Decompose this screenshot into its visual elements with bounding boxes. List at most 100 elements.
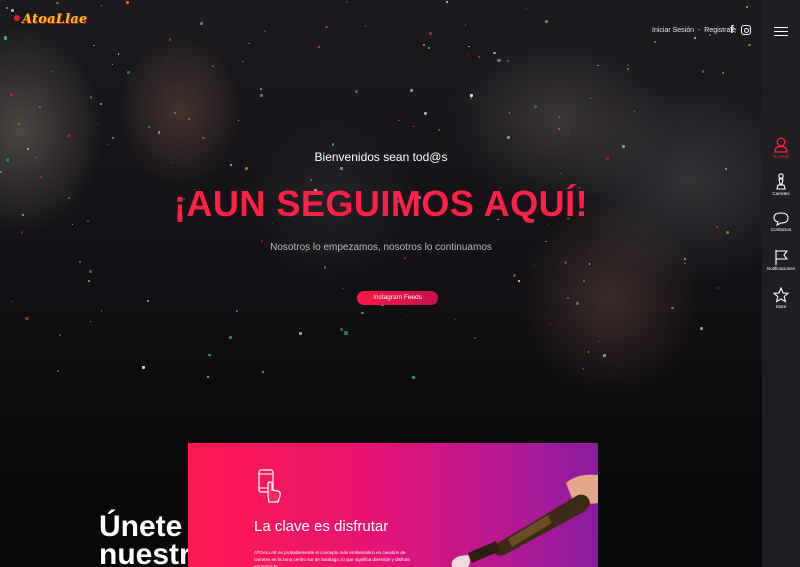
confetti-speck [446, 1, 448, 3]
confetti-speck [621, 145, 625, 149]
confetti-speck [671, 306, 674, 310]
confetti-speck [517, 280, 520, 282]
confetti-speck [582, 367, 585, 371]
confetti-speck [589, 97, 592, 99]
site-logo[interactable]: AtoaLlae [14, 12, 87, 27]
chat-bubble-icon [773, 212, 789, 226]
confetti-speck [0, 171, 2, 173]
rail-item-notificaciones[interactable]: Notificaciones [762, 249, 800, 271]
confetti-speck [550, 323, 552, 325]
menu-icon[interactable] [774, 27, 788, 36]
confetti-speck [3, 36, 8, 40]
auth-separator: - [697, 27, 701, 34]
phone-touch-icon [258, 469, 281, 503]
rail-item-store[interactable]: Store [762, 287, 800, 309]
confetti-speck [717, 287, 720, 289]
instagram-feeds-button[interactable]: Instagram Feeds [357, 291, 438, 305]
rail-label-notificaciones: Notificaciones [766, 266, 795, 271]
confetti-speck [264, 30, 267, 33]
confetti-speck [564, 260, 567, 264]
confetti-speck [725, 168, 727, 170]
confetti-speck [492, 51, 496, 55]
promo-card: La clave es disfrutar ATOALLAE es probab… [188, 443, 598, 567]
rail-item-carretes[interactable]: Carretes [762, 173, 800, 196]
confetti-speck [375, 168, 377, 170]
welcome-text: Bienvenidos sean tod@s [314, 150, 448, 164]
confetti-speck [339, 328, 343, 332]
confetti-speck [206, 375, 210, 379]
logo-text: AtoaLlae [22, 12, 88, 27]
confetti-speck [467, 54, 470, 56]
confetti-speck [684, 262, 686, 265]
instagram-icon[interactable] [741, 25, 751, 35]
confetti-speck [398, 119, 400, 122]
confetti-speck [87, 279, 91, 283]
confetti-speck [603, 353, 607, 357]
confetti-speck [355, 89, 359, 93]
confetti-speck [238, 119, 240, 121]
confetti-speck [260, 94, 264, 98]
confetti-speck [142, 366, 145, 369]
confetti-speck [364, 25, 367, 27]
confetti-speck [507, 135, 511, 139]
confetti-speck [99, 102, 103, 106]
confetti-speck [323, 266, 327, 270]
confetti-speck [410, 89, 413, 92]
confetti-speck [693, 36, 697, 40]
confetti-speck [309, 178, 312, 181]
confetti-speck [474, 337, 476, 339]
confetti-speck [437, 129, 440, 131]
confetti-speck [230, 164, 232, 166]
user-icon [774, 137, 788, 153]
confetti-speck [566, 297, 569, 300]
confetti-speck [126, 70, 130, 74]
confetti-speck [684, 257, 687, 260]
confetti-speck [188, 118, 191, 121]
confetti-speck [464, 23, 467, 26]
confetti-speck [507, 60, 509, 62]
confetti-speck [331, 143, 335, 146]
auth-links: Iniciar Sesión - Registrate [652, 27, 736, 34]
confetti-speck [342, 287, 344, 289]
rail-item-profile[interactable]: Tu Perfil [762, 137, 800, 159]
confetti-speck [168, 38, 171, 41]
confetti-speck [557, 128, 560, 131]
right-rail: Tu Perfil Carretes Contactos Notificacio… [762, 0, 800, 567]
rail-label-profile: Tu Perfil [772, 154, 790, 159]
confetti-speck [79, 261, 81, 263]
confetti-speck [726, 231, 729, 235]
hero-headline: ¡AUN SEGUIMOS AQUÍ! [173, 183, 589, 224]
confetti-speck [404, 257, 407, 260]
confetti-speck [428, 47, 431, 50]
confetti-speck [525, 8, 528, 10]
facebook-icon[interactable]: f [730, 24, 734, 36]
confetti-speck [633, 111, 636, 113]
confetti-speck [39, 175, 42, 179]
confetti-speck [360, 311, 364, 315]
confetti-speck [10, 93, 13, 96]
rail-item-contactos[interactable]: Contactos [762, 212, 800, 232]
confetti-speck [89, 96, 93, 99]
confetti-speck [344, 331, 348, 335]
confetti-speck [112, 136, 115, 139]
login-link[interactable]: Iniciar Sesión [652, 27, 694, 34]
confetti-speck [653, 40, 656, 43]
confetti-speck [559, 173, 561, 175]
confetti-speck [470, 94, 474, 98]
confetti-speck [51, 70, 53, 72]
confetti-speck [260, 88, 263, 90]
confetti-speck [423, 112, 427, 116]
confetti-speck [455, 319, 457, 321]
confetti-speck [324, 25, 328, 29]
confetti-speck [157, 131, 161, 134]
confetti-speck [534, 105, 538, 108]
confetti-speck [208, 353, 211, 357]
confetti-speck [588, 263, 591, 265]
promo-text: ATOALLAE es probablemente el concepto má… [254, 550, 410, 567]
confetti-speck [167, 58, 169, 60]
confetti-speck [558, 116, 561, 118]
confetti-speck [346, 1, 349, 4]
confetti-speck [598, 340, 601, 342]
confetti-speck [59, 333, 62, 337]
confetti-speck [202, 136, 205, 139]
